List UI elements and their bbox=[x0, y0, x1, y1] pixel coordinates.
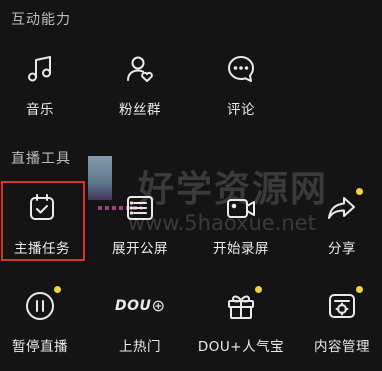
item-label: 分享 bbox=[328, 241, 356, 257]
fan-group-icon bbox=[123, 52, 157, 86]
item-label: 音乐 bbox=[26, 102, 54, 118]
item-record-screen[interactable]: 开始录屏 bbox=[196, 191, 286, 265]
badge-dot bbox=[356, 286, 363, 293]
share-arrow-icon bbox=[325, 188, 363, 225]
section-title-tools: 直播工具 bbox=[11, 151, 71, 167]
comment-icon bbox=[224, 52, 258, 86]
pause-icon bbox=[23, 286, 61, 323]
item-label: 评论 bbox=[227, 102, 255, 118]
item-dou-hot[interactable]: DOU 上热门 bbox=[95, 289, 185, 363]
item-dou-popularity[interactable]: DOU+人气宝 bbox=[196, 286, 286, 363]
item-label: 内容管理 bbox=[314, 339, 370, 355]
item-label: 暂停直播 bbox=[12, 339, 68, 355]
badge-dot bbox=[356, 188, 363, 195]
item-share[interactable]: 分享 bbox=[297, 188, 382, 265]
item-label: 开始录屏 bbox=[213, 241, 269, 257]
section-title-interactive: 互动能力 bbox=[11, 12, 71, 28]
expand-screen-icon bbox=[123, 191, 157, 225]
item-label: 上热门 bbox=[119, 339, 161, 355]
item-music[interactable]: 音乐 bbox=[0, 52, 85, 126]
item-pause-live[interactable]: 暂停直播 bbox=[0, 286, 85, 363]
video-camera-icon bbox=[224, 191, 258, 225]
content-manage-icon bbox=[325, 286, 363, 323]
badge-dot bbox=[255, 286, 262, 293]
music-note-icon bbox=[23, 52, 57, 86]
item-label: 粉丝群 bbox=[119, 102, 161, 118]
badge-dot bbox=[54, 286, 61, 293]
dou-logo-text: DOU bbox=[115, 298, 152, 314]
item-label: DOU+人气宝 bbox=[197, 339, 285, 355]
dou-plus-icon: DOU bbox=[115, 289, 165, 323]
item-comment[interactable]: 评论 bbox=[196, 52, 286, 126]
item-label: 展开公屏 bbox=[112, 241, 168, 257]
item-content-manage[interactable]: 内容管理 bbox=[297, 286, 382, 363]
highlight-box bbox=[1, 181, 85, 261]
gift-box-icon bbox=[224, 286, 262, 323]
item-fan-group[interactable]: 粉丝群 bbox=[95, 52, 185, 126]
item-expand-screen[interactable]: 展开公屏 bbox=[95, 191, 185, 265]
